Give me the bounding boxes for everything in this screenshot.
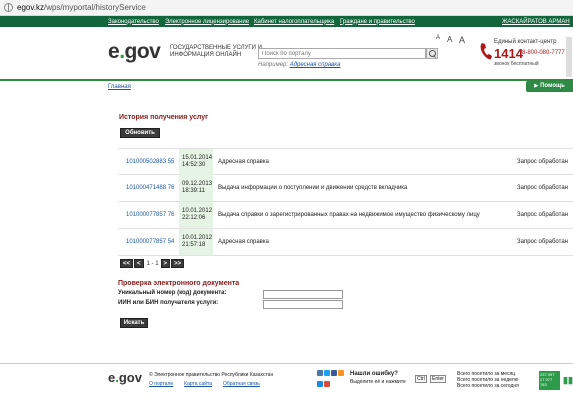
facebook-icon[interactable]: [331, 370, 337, 376]
first-page-button[interactable]: <<: [120, 259, 134, 268]
service-name: Выдача информации о поступлении и движен…: [218, 185, 408, 191]
visitor-stats: Всего посетило за месяц Всего посетило з…: [457, 371, 519, 389]
contact-long-number: 8-800-080-7777: [522, 50, 565, 56]
mailru-icon[interactable]: [317, 380, 323, 387]
history-title: История получения услуг: [119, 114, 209, 121]
error-report-title: Нашли ошибку?: [350, 371, 398, 377]
footer-sitemap-link[interactable]: Карта сайта: [184, 381, 212, 387]
request-number-link[interactable]: 101000502883 55: [126, 159, 174, 165]
topnav-legislation[interactable]: Законодательство: [108, 19, 159, 25]
font-medium-button[interactable]: A: [447, 35, 452, 44]
globe-icon: [4, 3, 13, 12]
twitter-icon[interactable]: [324, 370, 330, 376]
visitor-counter: 237 097 27 977 763: [539, 371, 560, 390]
request-status: Запрос обработан: [517, 239, 568, 245]
last-page-button[interactable]: >>: [171, 259, 185, 268]
prev-page-button[interactable]: <: [134, 259, 144, 268]
page-info: 1 - 1: [146, 260, 159, 267]
egov-logo[interactable]: e.gov: [108, 40, 161, 64]
google-icon[interactable]: [324, 380, 330, 387]
footer-about-link[interactable]: О портале: [149, 381, 173, 387]
topnav-taxpayer[interactable]: Кабинет налогоплательщика: [254, 19, 334, 25]
table-row: 101000077857 76 10.01.2012 22:12:06 Выдач…: [118, 202, 573, 229]
service-name: Адресная справка: [218, 159, 269, 165]
breadcrumb-home[interactable]: Главная: [108, 84, 131, 90]
header: e.gov ГОСУДАРСТВЕННЫЕ УСЛУГИ И ИНФОРМАЦИ…: [0, 27, 573, 79]
topnav-citizens[interactable]: Граждане и правительство: [340, 19, 415, 25]
example-link[interactable]: Адресная справка: [290, 62, 341, 68]
header-divider: [0, 79, 573, 81]
iin-bin-label: ИИН или БИН получателя услуги:: [118, 300, 219, 306]
document-number-label: Уникальный номер (код) документа:: [118, 290, 227, 296]
footer-copyright: © Электронное правительство Республики К…: [149, 372, 274, 378]
contact-free-note: звонок бесплатный: [494, 61, 539, 67]
ctrl-key: Ctrl: [415, 375, 427, 383]
request-number-link[interactable]: 101000077857 76: [126, 212, 174, 218]
request-status: Запрос обработан: [517, 212, 568, 218]
user-name-link[interactable]: ЖАСКАЙРАТОВ АРМАН: [502, 19, 570, 25]
footer-egov-logo[interactable]: e.gov: [108, 370, 142, 385]
enter-key: Enter: [430, 375, 446, 383]
search-icon[interactable]: [426, 48, 438, 59]
footer-feedback-link[interactable]: Обратная связь: [223, 381, 260, 387]
request-datetime: 10.01.2012 22:12:06: [179, 202, 213, 228]
social-icons: [317, 370, 344, 390]
request-status: Запрос обработан: [517, 185, 568, 191]
request-datetime: 09.12.2013 18:39:11: [179, 175, 213, 201]
table-row: 101000502883 55 15.01.2014 14:52:30 Адрес…: [118, 148, 573, 175]
service-name: Адресная справка: [218, 239, 269, 245]
request-number-link[interactable]: 101000471488 76: [126, 185, 174, 191]
iin-bin-field[interactable]: [263, 300, 343, 309]
table-row: 101000471488 76 09.12.2013 18:39:11 Выдач…: [118, 175, 573, 202]
search-document-button[interactable]: Искать: [120, 318, 148, 328]
address-bar[interactable]: egov.kz/wps/myportal/historyService: [0, 0, 573, 16]
pagination: << < 1 - 1 > >>: [120, 259, 185, 268]
stats-bars-icon: ▮▮: [563, 375, 573, 385]
topnav-licensing[interactable]: Электронное лицензирование: [165, 19, 249, 25]
error-report-text: Выделите её и нажмите: [350, 379, 406, 385]
search-example: Например: Адресная справка: [258, 62, 341, 68]
vk-icon[interactable]: [317, 370, 323, 376]
next-page-button[interactable]: >: [160, 259, 171, 268]
font-large-button[interactable]: A: [459, 35, 465, 45]
search-input[interactable]: [258, 48, 426, 59]
logo-tagline: ГОСУДАРСТВЕННЫЕ УСЛУГИ И ИНФОРМАЦИЯ ОНЛА…: [170, 45, 262, 58]
font-small-button[interactable]: A: [436, 35, 440, 41]
scrollbar[interactable]: [566, 37, 572, 77]
request-number-link[interactable]: 101000077857 54: [126, 239, 174, 245]
url-text[interactable]: egov.kz/wps/myportal/historyService: [17, 3, 146, 12]
odnoklassniki-icon[interactable]: [338, 370, 344, 376]
top-navigation: Законодательство Электронное лицензирова…: [0, 16, 573, 27]
service-name: Выдача справки о зарегистрированных прав…: [218, 212, 480, 218]
request-datetime: 10.01.2012 21:57:18: [179, 229, 213, 255]
help-button[interactable]: Помощь: [526, 81, 573, 92]
request-status: Запрос обработан: [517, 159, 568, 165]
refresh-button[interactable]: Обновить: [120, 128, 160, 138]
history-table: 101000502883 55 15.01.2014 14:52:30 Адрес…: [118, 148, 573, 256]
request-datetime: 15.01.2014 14:52:30: [179, 149, 213, 175]
phone-icon: [480, 43, 492, 60]
contact-center-label: Единый контакт-центр: [494, 39, 557, 45]
table-row: 101000077857 54 10.01.2012 21:57:18 Адрес…: [118, 229, 573, 256]
footer-divider: [0, 363, 573, 364]
footer-links: О портале Карта сайта Обратная связь: [149, 381, 271, 387]
document-number-field[interactable]: [263, 290, 343, 299]
contact-short-number: 1414: [494, 46, 523, 61]
verify-title: Проверка электронного документа: [118, 280, 240, 287]
